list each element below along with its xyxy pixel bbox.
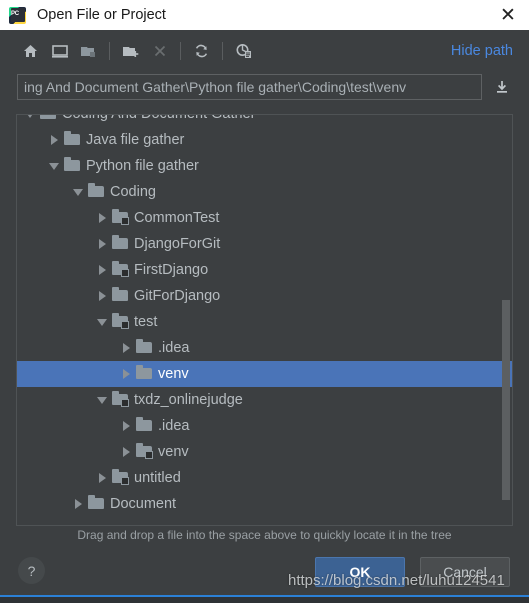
tree-row-label: FirstDjango	[134, 262, 209, 278]
folder-module-icon	[112, 465, 129, 491]
tree-row-label: GitForDjango	[134, 288, 221, 304]
tree-row[interactable]: GitForDjango	[17, 283, 512, 309]
folder-icon	[64, 127, 81, 153]
tree-row[interactable]: Coding And Document Gather	[17, 114, 512, 127]
tree-scrollbar-thumb[interactable]	[502, 300, 510, 500]
tree-row-label: Python file gather	[86, 158, 199, 174]
tree-row-label: venv	[158, 366, 189, 382]
refresh-icon[interactable]	[187, 37, 216, 65]
new-folder-icon[interactable]	[116, 37, 145, 65]
folder-icon	[88, 491, 105, 517]
chevron-right-icon[interactable]	[95, 465, 109, 491]
tree-row[interactable]: venv	[17, 439, 512, 465]
desktop-icon[interactable]	[45, 37, 74, 65]
folder-icon	[136, 335, 153, 361]
window-title: Open File or Project	[37, 7, 166, 23]
folder-icon	[88, 179, 105, 205]
tree-row[interactable]: DjangoForGit	[17, 231, 512, 257]
show-hidden-files-icon[interactable]	[229, 37, 258, 65]
chevron-right-icon[interactable]	[119, 335, 133, 361]
download-icon[interactable]	[489, 74, 515, 100]
chevron-right-icon[interactable]	[95, 257, 109, 283]
tree-row-label: untitled	[134, 470, 181, 486]
tree-row[interactable]: Python file gather	[17, 153, 512, 179]
tree-row[interactable]: venv	[17, 361, 512, 387]
folder-module-icon	[136, 439, 153, 465]
hide-path-link[interactable]: Hide path	[451, 43, 515, 59]
close-icon[interactable]: ✕	[495, 2, 521, 28]
toolbar-separator	[109, 42, 110, 60]
tree-row[interactable]: .idea	[17, 335, 512, 361]
taskbar-strip	[0, 595, 529, 603]
tree-row-label: test	[134, 314, 158, 330]
delete-icon	[145, 37, 174, 65]
path-input[interactable]: ing And Document Gather\Python file gath…	[17, 74, 482, 100]
tree-row[interactable]: untitled	[17, 465, 512, 491]
project-folder-icon[interactable]	[74, 37, 103, 65]
folder-module-icon	[112, 257, 129, 283]
tree-row-label: txdz_onlinejudge	[134, 392, 243, 408]
folder-icon	[112, 283, 129, 309]
folder-icon	[64, 153, 81, 179]
folder-icon	[40, 115, 57, 127]
tree-row[interactable]: FirstDjango	[17, 257, 512, 283]
toolbar-separator	[222, 42, 223, 60]
tree-row[interactable]: CommonTest	[17, 205, 512, 231]
tree-row-label: Coding And Document Gather	[62, 114, 256, 122]
folder-icon	[136, 361, 153, 387]
help-button[interactable]: ?	[18, 557, 45, 584]
tree-row-label: venv	[158, 444, 189, 460]
tree-row-label: .idea	[158, 418, 190, 434]
toolbar: Hide path	[0, 30, 529, 72]
path-row: ing And Document Gather\Python file gath…	[0, 72, 529, 102]
chevron-right-icon[interactable]	[119, 439, 133, 465]
tree-row-label: Document	[110, 496, 177, 512]
file-tree-rows: Coding And Document Gather Java file gath…	[17, 114, 512, 517]
folder-module-icon	[112, 309, 129, 335]
pycharm-icon	[9, 6, 26, 24]
home-icon[interactable]	[16, 37, 45, 65]
tree-row[interactable]: txdz_onlinejudge	[17, 387, 512, 413]
chevron-down-icon[interactable]	[47, 153, 61, 179]
folder-icon	[136, 413, 153, 439]
folder-icon	[112, 231, 129, 257]
chevron-right-icon[interactable]	[95, 231, 109, 257]
drag-drop-hint: Drag and drop a file into the space abov…	[77, 528, 452, 542]
tree-row-label: DjangoForGit	[134, 236, 221, 252]
tree-row[interactable]: Coding	[17, 179, 512, 205]
watermark: https://blog.csdn.net/luhu124541	[288, 572, 505, 589]
chevron-down-icon[interactable]	[95, 387, 109, 413]
chevron-right-icon[interactable]	[119, 413, 133, 439]
folder-module-icon	[112, 205, 129, 231]
chevron-down-icon[interactable]	[95, 309, 109, 335]
chevron-right-icon[interactable]	[71, 491, 85, 517]
chevron-down-icon[interactable]	[71, 179, 85, 205]
title-bar: Open File or Project ✕	[0, 0, 529, 30]
tree-row[interactable]: test	[17, 309, 512, 335]
tree-row[interactable]: Document	[17, 491, 512, 517]
chevron-right-icon[interactable]	[95, 205, 109, 231]
tree-row-label: CommonTest	[134, 210, 220, 226]
tree-row-label: .idea	[158, 340, 190, 356]
tree-row-label: Coding	[110, 184, 156, 200]
tree-scrollbar[interactable]	[501, 116, 511, 524]
toolbar-separator	[180, 42, 181, 60]
chevron-right-icon[interactable]	[95, 283, 109, 309]
file-tree[interactable]: Coding And Document Gather Java file gath…	[16, 114, 513, 526]
path-input-value: ing And Document Gather\Python file gath…	[24, 79, 407, 95]
chevron-right-icon[interactable]	[47, 127, 61, 153]
tree-row[interactable]: Java file gather	[17, 127, 512, 153]
tree-row[interactable]: .idea	[17, 413, 512, 439]
chevron-down-icon[interactable]	[23, 115, 37, 127]
chevron-right-icon[interactable]	[119, 361, 133, 387]
tree-row-label: Java file gather	[86, 132, 185, 148]
folder-module-icon	[112, 387, 129, 413]
